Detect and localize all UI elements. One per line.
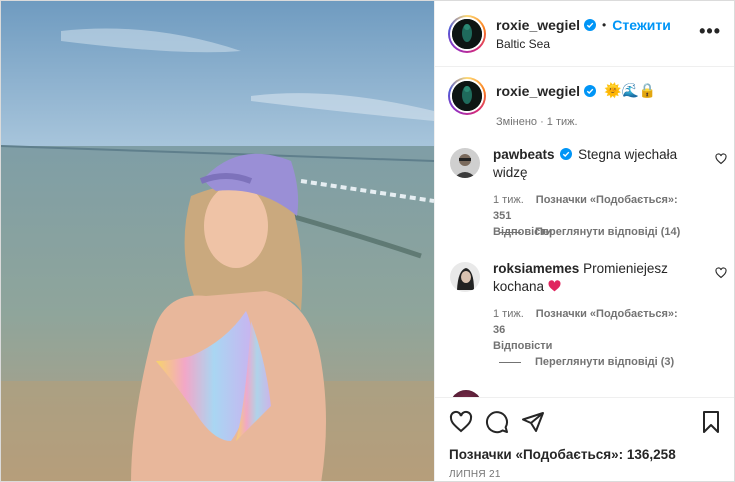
post-header: roxie_wegiel • Стежити Baltic Sea ••• — [435, 1, 734, 67]
view-replies-button[interactable]: Переглянути відповіді (14) — [499, 226, 680, 238]
author-avatar[interactable] — [448, 14, 486, 53]
comment-time[interactable]: 1 тиж. — [493, 194, 524, 206]
comment-icon[interactable] — [485, 410, 509, 434]
author-avatar-image — [452, 18, 482, 49]
caption-edited-time: Змінено · 1 тиж. — [496, 116, 578, 128]
view-replies-label: Переглянути відповіді (14) — [535, 226, 681, 238]
caption-username[interactable]: roxie_wegiel — [496, 83, 580, 99]
follow-button[interactable]: Стежити — [612, 17, 671, 33]
bookmark-icon[interactable] — [699, 410, 723, 434]
verified-badge-icon — [560, 148, 573, 160]
more-options-icon[interactable]: ••• — [699, 22, 721, 40]
red-heart-emoji-icon — [548, 280, 561, 292]
commenter-avatar[interactable] — [450, 148, 480, 178]
heart-icon[interactable] — [449, 410, 473, 434]
verified-badge-icon — [584, 18, 597, 31]
comment-item: roksiamemes Promieniejesz kochana 1 тиж.… — [448, 260, 728, 354]
post-caption: roxie_wegiel 🌞🌊🔒 Змінено · 1 тиж. — [448, 77, 728, 128]
post-date[interactable]: ЛИПНЯ 21 — [449, 469, 501, 480]
commenter-avatar[interactable] — [450, 262, 480, 292]
beach-photo-illustration — [1, 1, 434, 481]
post-actions: Позначки «Подобається»: 136,258 ЛИПНЯ 21 — [435, 397, 734, 481]
view-replies-line — [499, 231, 521, 233]
view-replies-button[interactable]: Переглянути відповіді (3) — [499, 356, 674, 368]
reply-button[interactable]: Відповісти — [493, 340, 552, 352]
comment-like-heart-icon[interactable] — [715, 267, 727, 279]
post-location[interactable]: Baltic Sea — [496, 37, 671, 51]
caption-author-avatar[interactable] — [448, 77, 486, 115]
comment-meta: 1 тиж. Позначки «Подобається»: 36 Відпові… — [493, 306, 703, 354]
post-photo[interactable] — [1, 1, 434, 481]
view-replies-line — [499, 361, 521, 363]
comment-username[interactable]: pawbeats — [493, 147, 555, 162]
post-likes-count[interactable]: Позначки «Подобається»: 136,258 — [449, 447, 676, 462]
caption-avatar-image — [452, 81, 482, 111]
instagram-post-dialog: roxie_wegiel • Стежити Baltic Sea ••• ro… — [0, 0, 735, 482]
commenter-avatar-image — [450, 148, 480, 178]
comment-time[interactable]: 1 тиж. — [493, 308, 524, 320]
comment-like-heart-icon[interactable] — [715, 153, 727, 165]
commenter-avatar-image — [450, 262, 480, 292]
caption-emojis: 🌞🌊🔒 — [604, 83, 657, 99]
author-username[interactable]: roxie_wegiel — [496, 17, 580, 33]
separator-dot: • — [602, 17, 607, 32]
share-icon[interactable] — [521, 410, 545, 434]
comment-username[interactable]: roksiamemes — [493, 261, 579, 276]
verified-badge-icon — [584, 85, 597, 97]
view-replies-label: Переглянути відповіді (3) — [535, 356, 675, 368]
post-side-panel: roxie_wegiel • Стежити Baltic Sea ••• ro… — [434, 1, 734, 481]
